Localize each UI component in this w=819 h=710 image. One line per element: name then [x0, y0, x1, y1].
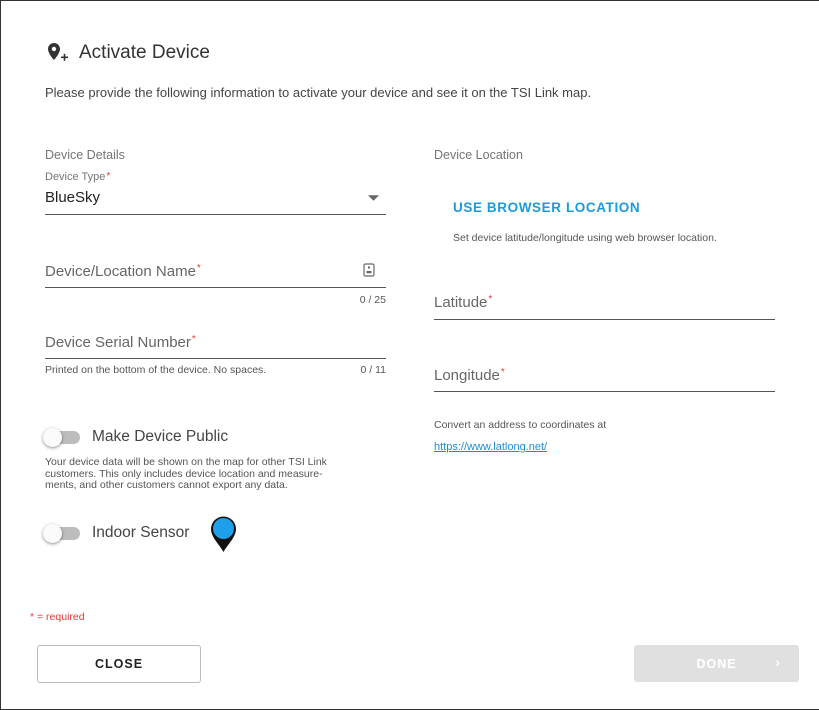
longitude-input[interactable]: Longitude*	[434, 361, 775, 395]
dialog-title: Activate Device	[79, 42, 210, 63]
browser-location-description: Set device latitude/longitude using web …	[453, 232, 717, 244]
device-type-value: BlueSky	[45, 189, 101, 206]
indoor-toggle[interactable]: Indoor Sensor	[43, 523, 203, 545]
map-pin-icon	[211, 516, 236, 552]
activate-device-dialog: Activate Device Please provide the follo…	[0, 0, 819, 710]
latitude-underline	[434, 319, 775, 320]
chevron-right-icon: ›	[775, 654, 781, 670]
serial-number-label: Device Serial Number*	[45, 334, 196, 351]
close-button[interactable]: CLOSE	[37, 645, 201, 683]
device-name-input[interactable]: Device/Location Name* 0 / 25	[45, 259, 386, 309]
done-button-label: DONE	[696, 656, 737, 671]
latitude-label: Latitude*	[434, 294, 493, 311]
add-location-icon	[48, 43, 68, 61]
public-description-line: ments, and other customers cannot export…	[45, 479, 288, 491]
close-button-label: CLOSE	[94, 657, 144, 671]
public-description: Your device data will be shown on the ma…	[45, 456, 380, 492]
device-name-counter: 0 / 25	[359, 294, 386, 306]
device-type-label: Device Type*	[45, 171, 111, 183]
caret-down-icon	[368, 195, 379, 201]
indoor-toggle-label: Indoor Sensor	[92, 524, 190, 541]
convert-address-text: Convert an address to coordinates at	[434, 419, 607, 431]
device-name-label: Device/Location Name*	[45, 263, 201, 280]
longitude-label: Longitude*	[434, 367, 505, 384]
dialog-subtitle: Please provide the following information…	[45, 85, 592, 100]
public-description-line: Your device data will be shown on the ma…	[45, 456, 327, 468]
serial-number-input[interactable]: Device Serial Number* Printed on the bot…	[45, 329, 386, 381]
device-type-select[interactable]: Device Type* BlueSky	[45, 171, 386, 217]
badge-icon	[363, 263, 375, 277]
device-details-heading: Device Details	[45, 148, 125, 162]
longitude-underline	[434, 391, 775, 392]
public-toggle-label: Make Device Public	[92, 428, 229, 445]
device-location-heading: Device Location	[434, 148, 523, 162]
serial-number-counter: 0 / 11	[360, 364, 387, 376]
serial-number-hint: Printed on the bottom of the device. No …	[45, 364, 267, 376]
public-toggle[interactable]: Make Device Public	[43, 427, 303, 449]
serial-number-underline	[45, 358, 386, 359]
latlong-link[interactable]: https://www.latlong.net/	[434, 441, 547, 453]
dialog-header: Activate Device	[45, 41, 210, 65]
indoor-toggle-knob	[43, 524, 62, 543]
use-browser-location-button[interactable]: USE BROWSER LOCATION	[453, 200, 640, 215]
device-type-underline	[45, 214, 386, 215]
latitude-input[interactable]: Latitude*	[434, 289, 775, 323]
required-note: * = required	[30, 611, 85, 623]
public-toggle-knob	[43, 428, 62, 447]
done-button[interactable]: DONE ›	[634, 645, 799, 682]
device-name-underline	[45, 287, 386, 288]
